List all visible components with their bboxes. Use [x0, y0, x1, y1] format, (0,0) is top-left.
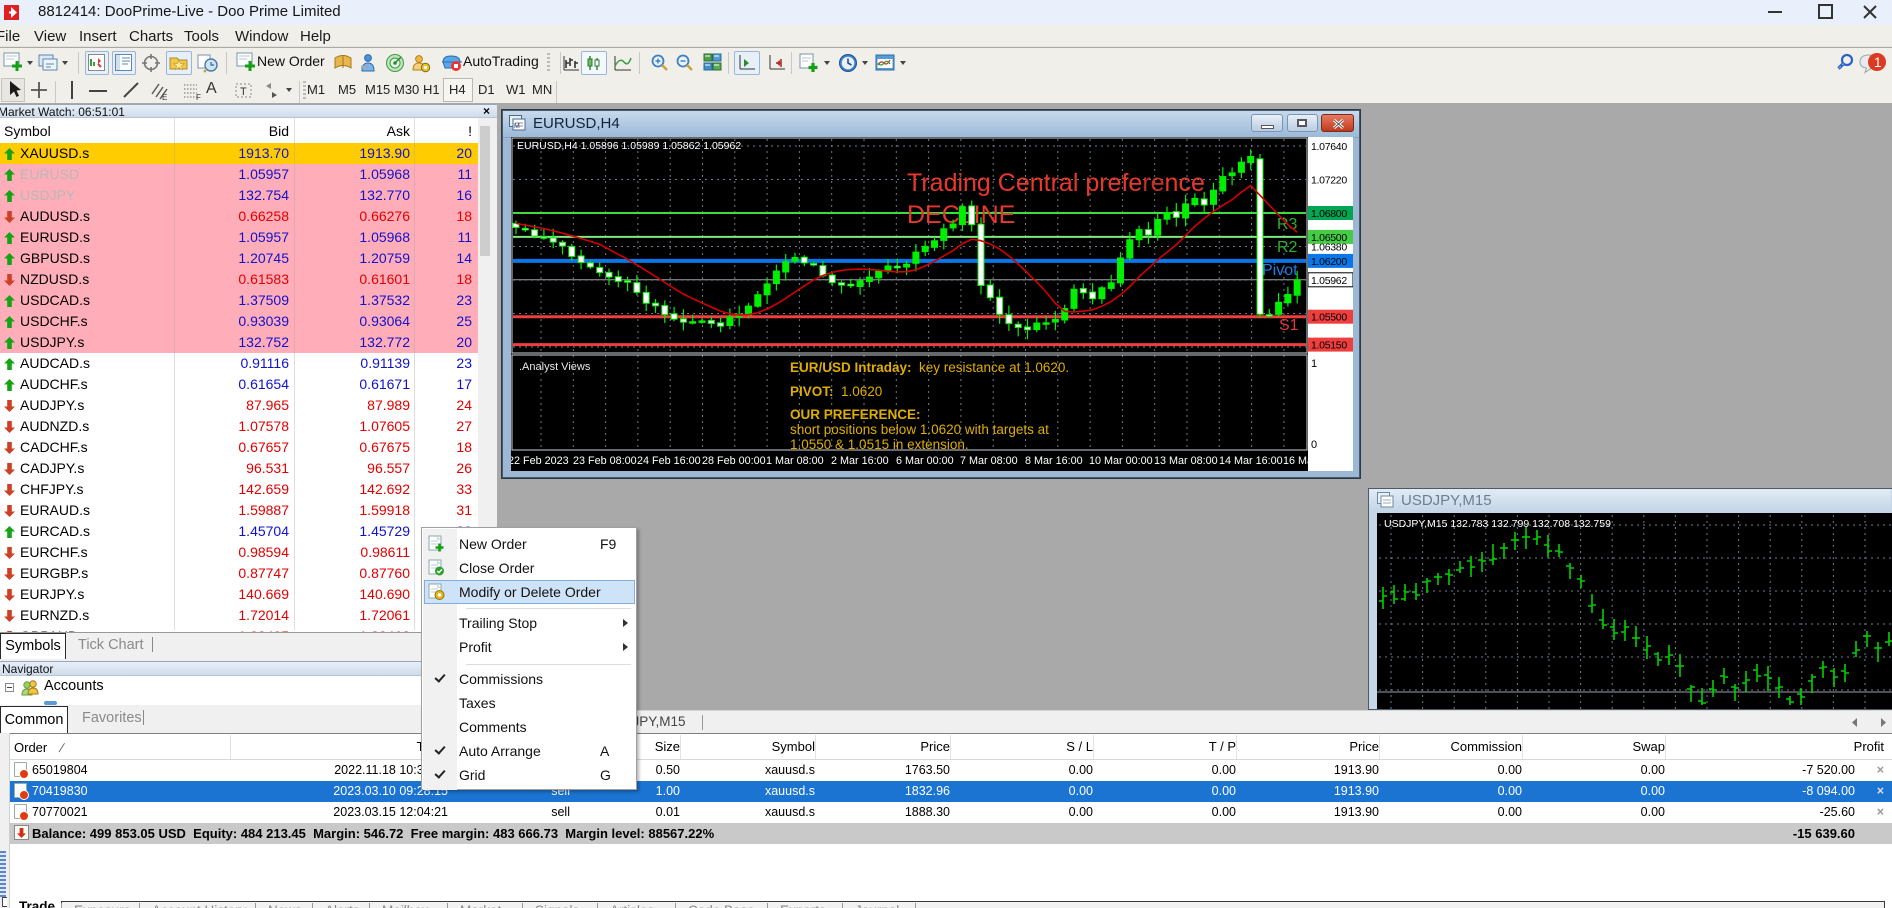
svg-text:E: E	[162, 93, 167, 101]
svg-text:6 Mar 00:00: 6 Mar 00:00	[896, 455, 954, 467]
svg-text:1: 1	[1874, 55, 1882, 70]
svg-text:8 Mar 16:00: 8 Mar 16:00	[1025, 455, 1083, 467]
svg-text:10 Mar 00:00: 10 Mar 00:00	[1089, 455, 1153, 467]
svg-text:PIVOT: 1.0620: PIVOT: 1.0620	[790, 384, 882, 399]
svg-text:Pivot: Pivot	[1262, 262, 1298, 279]
svg-text:USDJPY,M15 132.783 132.799 13: USDJPY,M15 132.783 132.799 132.708 132.7…	[1384, 518, 1611, 530]
svg-text:OUR PREFERENCE:: OUR PREFERENCE:	[790, 407, 921, 422]
svg-text:14 Mar 16:00: 14 Mar 16:00	[1219, 455, 1283, 467]
svg-text:T: T	[240, 86, 247, 98]
svg-text:M: M	[514, 123, 520, 130]
svg-text:.Analyst Views: .Analyst Views	[519, 361, 591, 373]
svg-text:1.0550 & 1.0515 in extension.: 1.0550 & 1.0515 in extension.	[790, 437, 969, 452]
svg-text:1 Mar 08:00: 1 Mar 08:00	[766, 455, 824, 467]
svg-text:1.07220: 1.07220	[1311, 175, 1347, 187]
svg-text:1.06200: 1.06200	[1311, 256, 1347, 268]
svg-text:R2: R2	[1277, 239, 1298, 256]
svg-text:7 Mar 08:00: 7 Mar 08:00	[960, 455, 1018, 467]
svg-text:1.06380: 1.06380	[1311, 242, 1347, 254]
svg-text:28 Feb 00:00: 28 Feb 00:00	[702, 455, 766, 467]
svg-text:16 Mar 00:00: 16 Mar 00:00	[1283, 455, 1347, 467]
svg-text:23 Feb 08:00: 23 Feb 08:00	[573, 455, 637, 467]
svg-text:F: F	[196, 93, 201, 101]
svg-text:1.05150: 1.05150	[1311, 340, 1347, 352]
svg-text:Trading Central preference: Trading Central preference	[907, 169, 1205, 197]
svg-text:0: 0	[1311, 439, 1317, 451]
svg-text:22 Feb 2023: 22 Feb 2023	[511, 455, 569, 467]
svg-text:24 Feb 16:00: 24 Feb 16:00	[637, 455, 701, 467]
svg-text:1.07640: 1.07640	[1311, 141, 1347, 153]
svg-text:S1: S1	[1279, 317, 1299, 334]
svg-text:1.05500: 1.05500	[1311, 312, 1347, 324]
svg-text:EURUSD,H4 1.05896 1.05989 1.0: EURUSD,H4 1.05896 1.05989 1.05862 1.0596…	[517, 140, 741, 152]
svg-text:13 Mar 08:00: 13 Mar 08:00	[1154, 455, 1218, 467]
svg-text:1: 1	[1311, 358, 1317, 370]
svg-text:short positions below 1.0620 w: short positions below 1.0620 with target…	[790, 422, 1049, 437]
svg-text:2 Mar 16:00: 2 Mar 16:00	[831, 455, 889, 467]
svg-text:1.05962: 1.05962	[1311, 275, 1347, 287]
svg-text:EUR/USD Intraday: key resista: EUR/USD Intraday: key resistance at 1.06…	[790, 360, 1069, 375]
svg-text:1.06800: 1.06800	[1311, 208, 1347, 220]
